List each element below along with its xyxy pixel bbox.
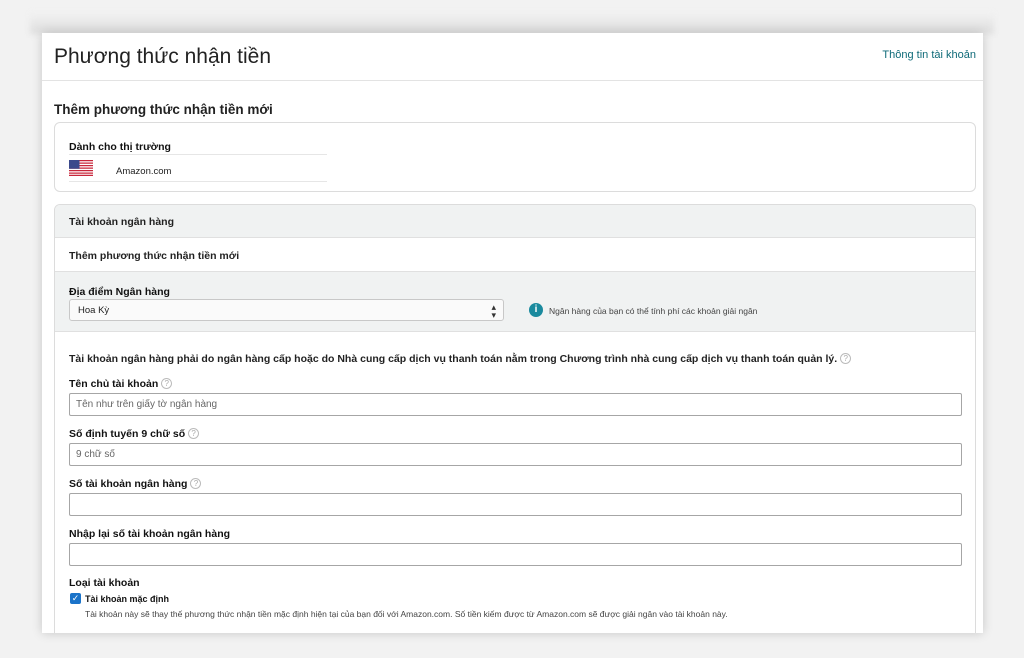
bank-location-row: Địa điểm Ngân hàng Hoa Kỳ ▴ ▾ i Ngân hàng… (55, 272, 975, 332)
account-type-label: Loại tài khoản (69, 577, 140, 589)
top-shadow (30, 12, 994, 34)
account-number-label: Số tài khoản ngân hàng? (69, 478, 202, 490)
default-account-label: Tài khoản mặc định (85, 594, 170, 604)
routing-number-label-text: Số định tuyến 9 chữ số (69, 428, 186, 440)
divider (69, 154, 327, 155)
confirm-account-number-label-text: Nhập lại số tài khoản ngân hàng (69, 528, 231, 540)
marketplace-label: Dành cho thị trường (69, 141, 171, 153)
info-icon: i (529, 303, 543, 317)
confirm-account-number-label: Nhập lại số tài khoản ngân hàng (69, 528, 230, 540)
bank-panel-header: Tài khoản ngân hàng (55, 205, 975, 238)
bank-location-label: Địa điểm Ngân hàng (69, 286, 170, 298)
bank-form: Tài khoản ngân hàng phải do ngân hàng cấ… (55, 332, 975, 633)
confirm-account-number-input[interactable] (69, 543, 962, 566)
account-number-label-text: Số tài khoản ngân hàng (69, 478, 188, 490)
marketplace-box: Dành cho thị trường Amazon.com (54, 122, 976, 192)
add-method-row: Thêm phương thức nhận tiền mới (55, 238, 975, 272)
select-arrows-icon: ▴ ▾ (491, 302, 496, 320)
account-number-input[interactable] (69, 493, 962, 516)
payment-methods-card: Phương thức nhận tiền Thông tin tài khoả… (42, 33, 983, 633)
page-header: Phương thức nhận tiền Thông tin tài khoả… (42, 33, 983, 81)
bank-account-panel: Tài khoản ngân hàng Thêm phương thức nhậ… (54, 204, 976, 633)
account-holder-label: Tên chủ tài khoản? (69, 378, 173, 390)
us-flag-icon (69, 160, 93, 176)
bank-requirement-note: Tài khoản ngân hàng phải do ngân hàng cấ… (69, 353, 852, 365)
divider (69, 181, 327, 182)
fee-info-text: Ngân hàng của bạn có thể tính phí các kh… (549, 306, 758, 316)
routing-number-input[interactable] (69, 443, 962, 466)
help-icon[interactable]: ? (840, 353, 852, 364)
bank-location-select[interactable]: Hoa Kỳ ▴ ▾ (69, 299, 504, 321)
marketplace-name: Amazon.com (116, 166, 172, 177)
help-icon[interactable]: ? (188, 428, 200, 439)
account-holder-input[interactable] (69, 393, 962, 416)
bank-panel-title: Tài khoản ngân hàng (69, 216, 175, 228)
page-title: Phương thức nhận tiền (54, 45, 272, 68)
section-title: Thêm phương thức nhận tiền mới (54, 102, 273, 117)
add-method-label: Thêm phương thức nhận tiền mới (69, 250, 240, 262)
help-icon[interactable]: ? (190, 478, 202, 489)
account-holder-label-text: Tên chủ tài khoản (69, 378, 159, 390)
routing-number-label: Số định tuyến 9 chữ số? (69, 428, 200, 440)
account-info-link[interactable]: Thông tin tài khoản (882, 49, 976, 61)
default-account-checkbox[interactable]: ✓ (70, 593, 81, 604)
requirement-text: Tài khoản ngân hàng phải do ngân hàng cấ… (69, 353, 838, 365)
default-account-description: Tài khoản này sẽ thay thế phương thức nh… (85, 609, 728, 619)
bank-location-value: Hoa Kỳ (78, 305, 110, 316)
help-icon[interactable]: ? (161, 378, 173, 389)
